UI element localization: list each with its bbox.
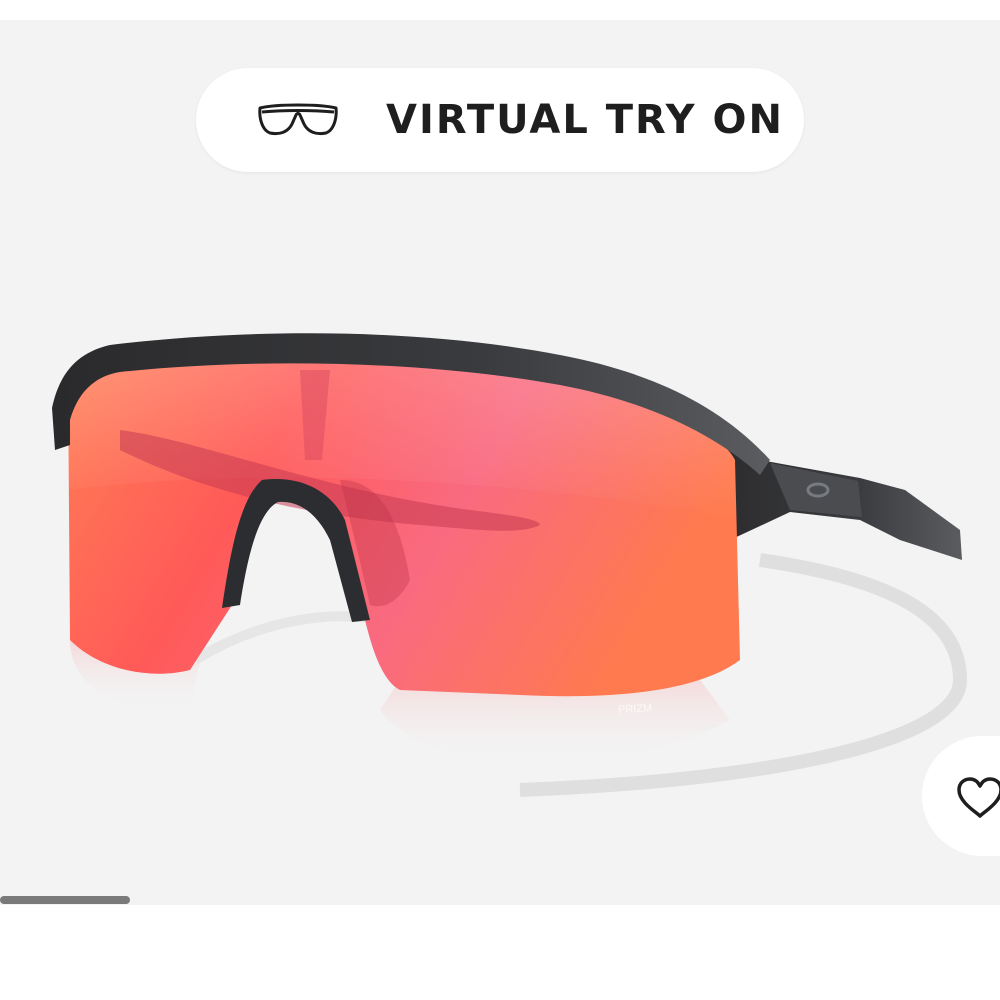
- virtual-try-on-label: VIRTUAL TRY ON: [386, 97, 785, 143]
- heart-outline-icon: [957, 777, 1000, 818]
- lens-mark: PRIZM: [618, 702, 653, 716]
- glasses-outline-icon: [258, 103, 338, 136]
- virtual-try-on-button[interactable]: VIRTUAL TRY ON: [196, 68, 804, 172]
- image-carousel-track[interactable]: [0, 895, 1000, 905]
- page-footer-area: [0, 905, 1000, 1000]
- image-carousel-indicator[interactable]: [0, 896, 130, 904]
- product-gallery: PRIZM VIRTUAL TRY ON: [0, 20, 1000, 905]
